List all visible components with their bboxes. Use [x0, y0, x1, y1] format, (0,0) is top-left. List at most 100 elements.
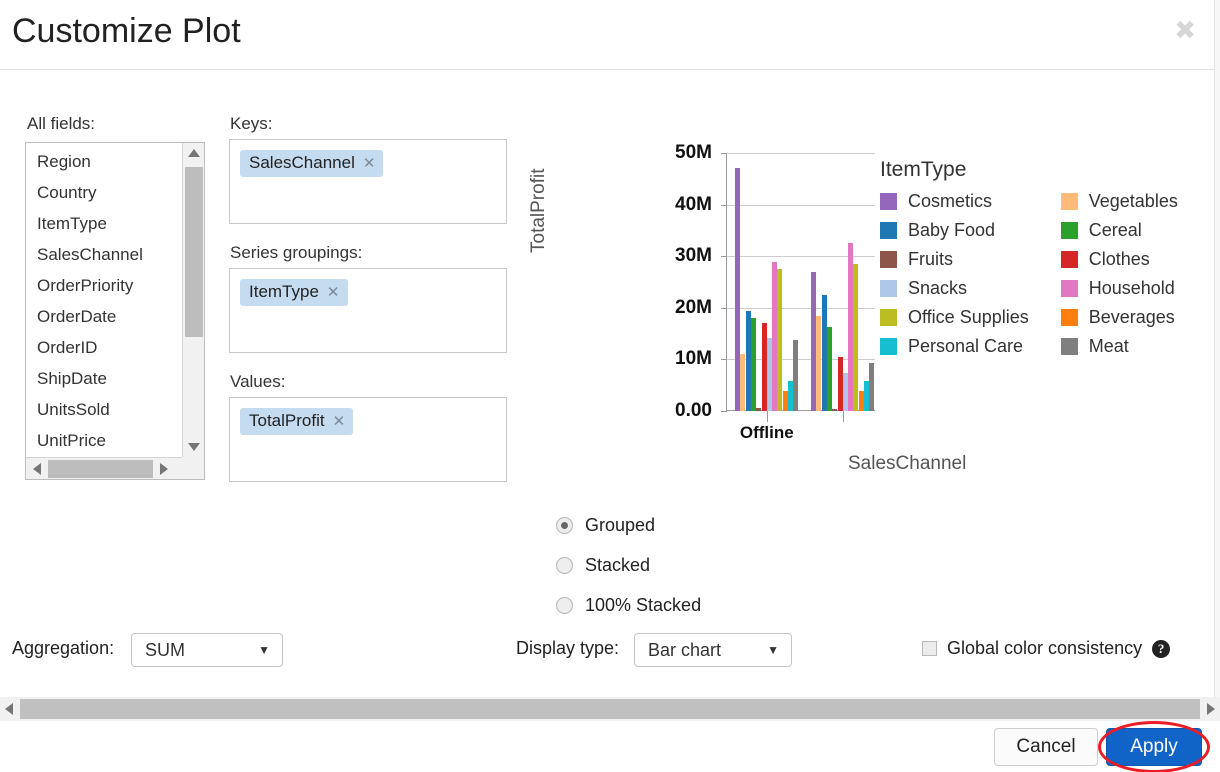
pill-itemtype[interactable]: ItemType ✕ — [240, 279, 348, 306]
radio-indicator[interactable] — [556, 517, 573, 534]
chart-bar — [756, 408, 761, 411]
field-item-region[interactable]: Region — [26, 146, 182, 177]
radio-indicator[interactable] — [556, 597, 573, 614]
chart-bar — [853, 264, 858, 411]
pill-remove-icon[interactable]: ✕ — [363, 155, 376, 172]
legend-label: Meat — [1089, 336, 1129, 357]
field-item-orderdate[interactable]: OrderDate — [26, 301, 182, 332]
radio-100-stacked[interactable]: 100% Stacked — [556, 585, 701, 625]
legend-swatch-icon — [1061, 280, 1078, 297]
x-tick-mark — [843, 411, 844, 422]
legend-swatch-icon — [880, 222, 897, 239]
series-groupings-dropzone[interactable]: ItemType ✕ — [229, 268, 507, 353]
chevron-down-icon[interactable]: ▼ — [767, 643, 791, 657]
cancel-button[interactable]: Cancel — [994, 728, 1098, 766]
all-fields-vertical-scrollbar[interactable] — [182, 143, 204, 457]
global-color-consistency-row[interactable]: Global color consistency ? — [922, 638, 1170, 659]
chart-bar — [751, 318, 756, 411]
keys-dropzone[interactable]: SalesChannel ✕ — [229, 139, 507, 224]
horizontal-scroll-thumb[interactable] — [20, 699, 1200, 719]
radio-stacked[interactable]: Stacked — [556, 545, 701, 585]
y-tick-mark — [721, 308, 727, 309]
chart-bar-group — [811, 153, 875, 411]
chart-bar — [869, 363, 874, 411]
legend-column: VegetablesCerealClothesHouseholdBeverage… — [1061, 191, 1178, 357]
scroll-up-arrow-icon[interactable] — [183, 143, 205, 163]
scroll-left-arrow-icon[interactable] — [26, 458, 48, 480]
values-label: Values: — [230, 372, 285, 392]
legend-item-household: Household — [1061, 278, 1178, 299]
field-item-saleschannel[interactable]: SalesChannel — [26, 239, 182, 270]
y-tick-label: 40M — [675, 194, 712, 216]
chevron-down-icon[interactable]: ▼ — [258, 643, 282, 657]
legend-item-meat: Meat — [1061, 336, 1178, 357]
chart-bar — [746, 311, 751, 411]
y-tick-label: 10M — [675, 348, 712, 370]
legend-swatch-icon — [1061, 309, 1078, 326]
legend-item-vegetables: Vegetables — [1061, 191, 1178, 212]
field-item-country[interactable]: Country — [26, 177, 182, 208]
aggregation-select[interactable]: SUM ▼ — [131, 633, 283, 667]
field-item-unitssold[interactable]: UnitsSold — [26, 394, 182, 425]
global-color-consistency-checkbox[interactable] — [922, 641, 937, 656]
legend-label: Fruits — [908, 249, 953, 270]
legend-swatch-icon — [880, 251, 897, 268]
legend-swatch-icon — [1061, 338, 1078, 355]
pill-totalprofit[interactable]: TotalProfit✕ — [240, 408, 353, 435]
global-color-consistency-label: Global color consistency — [947, 638, 1142, 659]
dialog-vertical-scrollbar[interactable] — [1214, 0, 1220, 697]
y-tick-label: 0.00 — [675, 400, 712, 422]
scroll-right-arrow-icon[interactable] — [153, 458, 175, 480]
layout-options-radio-group[interactable]: Grouped Stacked 100% Stacked — [556, 505, 701, 625]
chart-bar — [859, 391, 864, 411]
dialog-horizontal-scrollbar[interactable] — [0, 697, 1220, 721]
field-item-orderpriority[interactable]: OrderPriority — [26, 270, 182, 301]
pill-label: ItemType — [249, 282, 319, 301]
pill-saleschannel[interactable]: SalesChannel ✕ — [240, 150, 383, 177]
legend-title: ItemType — [880, 158, 1220, 182]
pill-remove-icon[interactable]: ✕ — [327, 284, 340, 301]
close-icon[interactable]: ✖ — [1174, 18, 1196, 44]
chart-bar — [735, 168, 740, 411]
radio-selected-dot — [561, 522, 568, 529]
display-type-select[interactable]: Bar chart ▼ — [634, 633, 792, 667]
radio-indicator[interactable] — [556, 557, 573, 574]
apply-button[interactable]: Apply — [1106, 728, 1202, 766]
pill-label: SalesChannel — [249, 153, 355, 172]
field-item-unitprice[interactable]: UnitPrice — [26, 425, 182, 456]
radio-label: Grouped — [585, 515, 655, 536]
all-fields-label: All fields: — [27, 114, 95, 134]
legend-label: Cereal — [1089, 220, 1142, 241]
radio-grouped[interactable]: Grouped — [556, 505, 701, 545]
chart-bar — [864, 381, 869, 411]
legend-label: Household — [1089, 278, 1175, 299]
all-fields-horizontal-scrollbar[interactable] — [26, 457, 182, 479]
scroll-down-arrow-icon[interactable] — [183, 437, 205, 457]
page-title: Customize Plot — [12, 12, 241, 51]
legend-item-fruits: Fruits — [880, 249, 1029, 270]
all-fields-list[interactable]: RegionCountryItemTypeSalesChannelOrderPr… — [25, 142, 205, 480]
legend-item-personal-care: Personal Care — [880, 336, 1029, 357]
field-item-orderid[interactable]: OrderID — [26, 332, 182, 363]
field-item-itemtype[interactable]: ItemType — [26, 208, 182, 239]
chart-y-axis-title: TotalProfit — [528, 169, 550, 253]
display-type-value: Bar chart — [635, 640, 767, 661]
scroll-left-arrow-icon[interactable] — [0, 697, 18, 721]
chart-bar — [793, 340, 798, 411]
chart-bar — [822, 295, 827, 411]
vertical-scroll-thumb[interactable] — [185, 167, 203, 337]
radio-label: 100% Stacked — [585, 595, 701, 616]
series-groupings-label: Series groupings: — [230, 243, 362, 263]
dialog-footer: Cancel Apply — [0, 721, 1214, 772]
values-dropzone[interactable]: TotalProfit✕ — [229, 397, 507, 482]
chart-bar — [838, 357, 843, 411]
help-icon[interactable]: ? — [1152, 640, 1170, 658]
legend-column: CosmeticsBaby FoodFruitsSnacksOffice Sup… — [880, 191, 1029, 357]
field-item-shipdate[interactable]: ShipDate — [26, 363, 182, 394]
chart-bar — [772, 262, 777, 411]
scroll-right-arrow-icon[interactable] — [1202, 697, 1220, 721]
horizontal-scroll-thumb[interactable] — [48, 460, 153, 478]
legend-swatch-icon — [1061, 193, 1078, 210]
chart-bar — [843, 373, 848, 411]
pill-remove-icon[interactable]: ✕ — [333, 413, 346, 430]
